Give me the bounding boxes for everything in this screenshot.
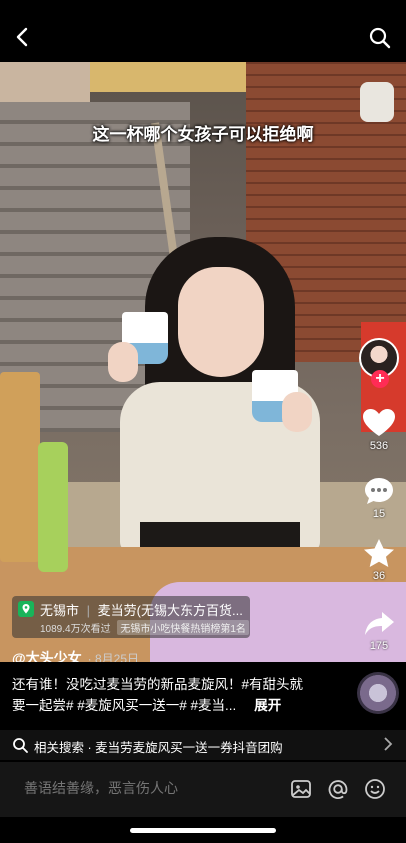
search-icon[interactable] (368, 26, 392, 50)
hand-left (108, 342, 138, 382)
image-icon[interactable] (290, 778, 312, 800)
comment-count: 15 (372, 508, 386, 520)
comment-button[interactable]: 15 (356, 476, 402, 520)
back-arrow-icon[interactable] (12, 26, 34, 48)
comment-input[interactable] (24, 780, 264, 796)
description[interactable]: 还有谁！没吃过麦当劳的新品麦旋风！#有甜头就要一起尝# #麦旋风买一送一# #麦… (12, 674, 312, 716)
description-area: 还有谁！没吃过麦当劳的新品麦旋风！#有甜头就要一起尝# #麦旋风买一送一# #麦… (0, 662, 406, 726)
related-search-bar[interactable]: 相关搜索 · 麦当劳麦旋风买一送一券抖音团购 (0, 730, 406, 760)
video-player[interactable]: 这一杯哪个女孩子可以拒绝啊 (0, 62, 406, 662)
favorite-count: 36 (372, 570, 386, 582)
location-city: 无锡市 (40, 603, 80, 618)
hand-right (282, 392, 312, 432)
location-subline: 1089.4万次看过 无锡市小吃快餐热销榜第1名 (40, 620, 249, 635)
location-place: 麦当劳(无锡大东方百货... (97, 603, 243, 618)
home-indicator[interactable] (130, 828, 276, 833)
search-small-icon (13, 738, 28, 753)
emoji-icon[interactable] (364, 778, 386, 800)
follow-plus-icon[interactable]: + (371, 370, 389, 388)
star-icon (364, 539, 394, 567)
like-button[interactable]: 536 (356, 408, 402, 452)
location-divider: | (86, 603, 91, 618)
expand-link[interactable]: 展开 (254, 698, 281, 713)
person-face (178, 267, 264, 377)
comment-bar (0, 762, 406, 817)
comment-bubble-icon (365, 478, 393, 504)
music-disc[interactable] (357, 672, 399, 714)
author-avatar-group[interactable]: + (359, 338, 401, 388)
paper-bag (0, 372, 40, 562)
location-card[interactable]: 无锡市 | 麦当劳(无锡大东方百货... 1089.4万次看过 无锡市小吃快餐热… (12, 596, 250, 638)
related-search-text: 相关搜索 · 麦当劳麦旋风买一送一券抖音团购 (34, 741, 283, 755)
location-title: 无锡市 | 麦当劳(无锡大东方百货... (40, 600, 246, 619)
at-mention-icon[interactable] (327, 778, 349, 800)
location-pin-icon (18, 601, 34, 617)
location-rank-badge: 无锡市小吃快餐热销榜第1名 (117, 620, 249, 635)
favorite-button[interactable]: 36 (356, 538, 402, 582)
share-button[interactable]: 175 (356, 610, 402, 652)
video-caption: 这一杯哪个女孩子可以拒绝啊 (92, 125, 314, 144)
like-count: 536 (369, 440, 389, 452)
wall-lamp (360, 82, 394, 122)
top-bar (0, 0, 406, 62)
green-chair (38, 442, 68, 572)
location-views: 1089.4万次看过 (40, 624, 111, 635)
chevron-right-icon (384, 737, 393, 751)
share-arrow-icon (365, 612, 394, 635)
heart-icon (363, 409, 395, 436)
share-count: 175 (369, 640, 389, 652)
